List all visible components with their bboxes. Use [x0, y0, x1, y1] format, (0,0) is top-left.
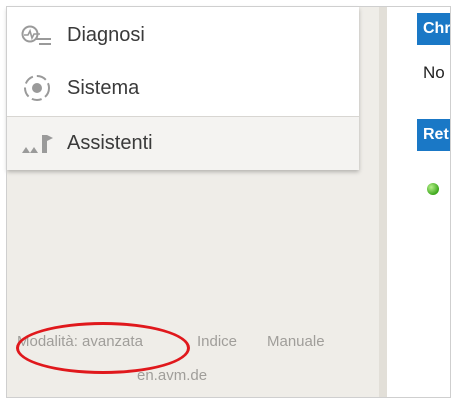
menu-item-diagnosi[interactable]: Diagnosi: [7, 13, 359, 57]
menu-item-label: Diagnosi: [67, 23, 145, 46]
panel-header: Ret: [417, 119, 451, 151]
navigation-menu: Diagnosi Sistema Assistenti: [7, 7, 359, 170]
diagnosis-icon: [17, 20, 57, 50]
menu-item-assistenti[interactable]: Assistenti: [7, 116, 359, 170]
panel-header: Chr: [417, 13, 451, 45]
system-icon: [17, 73, 57, 103]
wizard-icon: [17, 129, 57, 159]
highlight-annotation: [16, 322, 190, 374]
pane-divider: [379, 7, 387, 397]
panel-text: No: [423, 63, 445, 82]
manual-link[interactable]: Manuale: [267, 333, 325, 350]
menu-item-label: Sistema: [67, 76, 140, 99]
status-led-icon: [427, 183, 439, 195]
menu-item-label: Assistenti: [67, 132, 153, 154]
index-link[interactable]: Indice: [197, 333, 237, 350]
menu-item-sistema[interactable]: Sistema: [7, 66, 359, 110]
screen: Diagnosi Sistema Assistenti Modalità: av…: [0, 0, 456, 401]
content-pane: Chr No Ret: [387, 7, 451, 397]
